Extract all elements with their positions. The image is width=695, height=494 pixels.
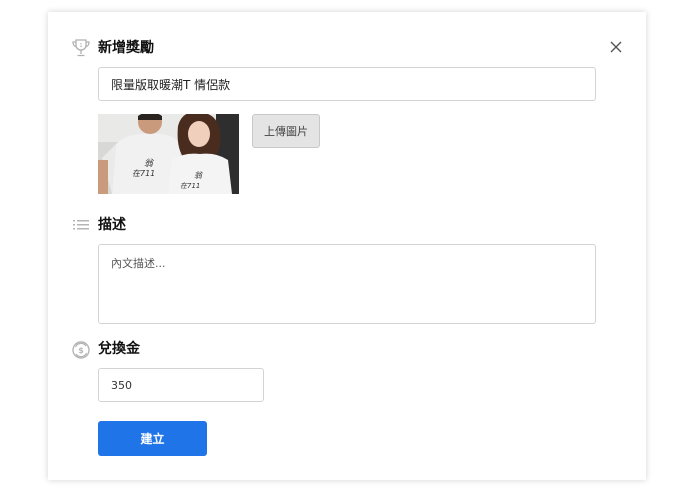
dialog-title: 新增獎勵: [98, 40, 154, 56]
trophy-icon: 1: [72, 39, 90, 57]
new-reward-dialog: 1 新增獎勵 翁 在711 翁 在711 上傳圖片: [48, 12, 646, 480]
svg-text:在711: 在711: [180, 182, 200, 190]
exchange-amount-input[interactable]: [98, 368, 264, 402]
close-icon[interactable]: [608, 39, 624, 55]
exchange-heading: 兌換金: [98, 341, 140, 357]
svg-text:翁: 翁: [194, 171, 203, 180]
svg-text:1: 1: [79, 43, 82, 49]
description-heading: 描述: [98, 217, 126, 233]
exchange-coin-icon: $: [72, 341, 90, 359]
reward-title-input[interactable]: [98, 67, 596, 101]
description-textarea[interactable]: [98, 244, 596, 324]
svg-text:$: $: [78, 346, 84, 355]
upload-image-button[interactable]: 上傳圖片: [252, 114, 320, 148]
svg-text:在711: 在711: [132, 169, 155, 178]
reward-image: 翁 在711 翁 在711: [98, 114, 239, 194]
create-button[interactable]: 建立: [98, 421, 207, 456]
list-icon: [73, 220, 89, 230]
